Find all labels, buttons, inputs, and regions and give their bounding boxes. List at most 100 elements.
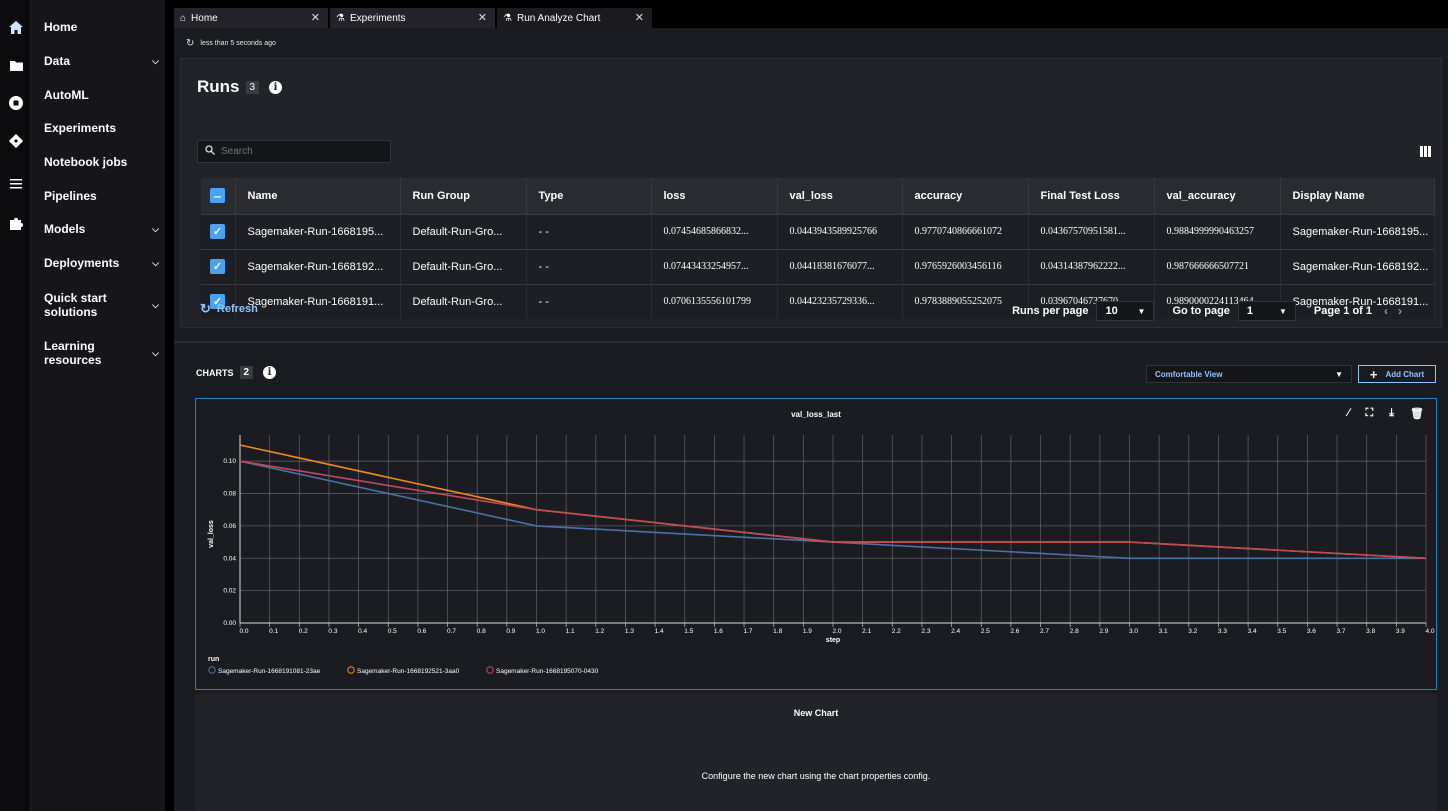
- home-icon[interactable]: [7, 18, 25, 36]
- x-tick-label: 3.3: [1218, 628, 1227, 635]
- line-chart: val_loss_last 0.0 0.1 0.2 0.3 0.4 0.5 0.6 0.7 0.8…: [208, 410, 1435, 675]
- refresh-label: Refresh: [216, 303, 258, 315]
- nav-item-deployments[interactable]: Deployments ⌵: [44, 256, 159, 270]
- column-header[interactable]: Run Group: [400, 178, 527, 214]
- nav-item-data[interactable]: Data ⌵: [44, 54, 159, 68]
- nav-item-quick-start-solutions[interactable]: Quick start solutions ⌵: [44, 291, 159, 319]
- column-header[interactable]: val_loss: [777, 178, 903, 214]
- view-select-value: Comfortable View: [1155, 369, 1223, 379]
- x-tick-label: 0.5: [388, 628, 397, 635]
- list-icon[interactable]: [7, 175, 25, 193]
- column-header[interactable]: Display Name: [1280, 178, 1435, 214]
- table-row[interactable]: ✓ Sagemaker-Run-1668195... Default-Run-G…: [201, 213, 1435, 249]
- cell-name[interactable]: Sagemaker-Run-1668192...: [235, 248, 401, 284]
- cell-run-group: Default-Run-Gro...: [400, 213, 527, 249]
- go-to-page-select[interactable]: 1 ▼: [1237, 301, 1296, 321]
- column-header[interactable]: Name: [235, 178, 401, 214]
- close-icon[interactable]: ✕: [478, 11, 487, 24]
- section-divider: [174, 341, 1448, 343]
- y-axis-label: val_loss: [208, 520, 215, 548]
- refresh-button[interactable]: ↻ Refresh: [200, 301, 258, 317]
- row-checkbox[interactable]: ✓: [210, 259, 225, 274]
- info-icon[interactable]: i: [263, 366, 277, 379]
- x-tick-label: 0.6: [417, 628, 426, 635]
- charts-title: CHARTS: [196, 367, 234, 378]
- select-all-checkbox[interactable]: ‒: [210, 188, 225, 204]
- cell-type: - -: [526, 283, 652, 319]
- expand-icon[interactable]: ⛶: [1365, 407, 1373, 420]
- x-tick-label: 0.0: [239, 628, 248, 635]
- circle-stop-icon[interactable]: [7, 94, 25, 112]
- caret-down-icon: ▼: [1279, 306, 1287, 316]
- close-icon[interactable]: ✕: [635, 11, 644, 24]
- column-header[interactable]: Type: [526, 178, 652, 214]
- folder-icon[interactable]: [7, 56, 25, 74]
- nav-item-notebook-jobs[interactable]: Notebook jobs: [44, 155, 159, 169]
- nav-item-pipelines[interactable]: Pipelines: [44, 189, 159, 203]
- nav-item-models[interactable]: Models ⌵: [44, 222, 159, 236]
- nav-label: Pipelines: [44, 189, 97, 203]
- nav-item-home[interactable]: Home: [44, 20, 159, 34]
- edit-icon[interactable]: ∕: [1348, 407, 1350, 420]
- view-select[interactable]: Comfortable View ▼: [1146, 365, 1352, 383]
- charts-header: CHARTS 2 i: [196, 366, 277, 379]
- column-header[interactable]: val_accuracy: [1154, 178, 1281, 214]
- search-input[interactable]: [221, 146, 381, 157]
- tab-bar: ⌂ Home ✕ ⚗ Experiments ✕ ⚗ Run Analyze C…: [174, 8, 1448, 28]
- tab-label: Experiments: [349, 12, 406, 24]
- tab-home[interactable]: ⌂ Home ✕: [174, 8, 329, 28]
- close-icon[interactable]: ✕: [311, 11, 320, 24]
- x-tick-label: 3.2: [1188, 628, 1197, 635]
- column-header[interactable]: loss: [651, 178, 778, 214]
- search-box[interactable]: [197, 140, 391, 163]
- puzzle-icon[interactable]: [7, 214, 25, 232]
- refreshed-text: less than 5 seconds ago: [200, 40, 276, 47]
- nav-item-experiments[interactable]: Experiments: [44, 121, 159, 135]
- x-tick-label: 1.9: [803, 628, 812, 635]
- nav-label: Home: [44, 20, 78, 34]
- add-chart-button[interactable]: + Add Chart: [1358, 365, 1436, 383]
- table-header-row: ‒ Name Run Group Type loss val_loss accu…: [201, 178, 1435, 214]
- nav-label: Models: [44, 222, 86, 236]
- columns-icon[interactable]: [1420, 146, 1431, 160]
- runs-per-page-select[interactable]: 10 ▼: [1096, 301, 1155, 321]
- runs-panel: Runs 3 i ‒ Name Run Group Type loss val_…: [180, 58, 1442, 328]
- cell-loss: 0.07454685866832...: [651, 213, 778, 249]
- column-header[interactable]: accuracy: [902, 178, 1029, 214]
- row-checkbox[interactable]: ✓: [210, 224, 225, 239]
- x-tick-label: 2.6: [1010, 628, 1019, 635]
- legend-marker: [486, 666, 494, 674]
- nav-item-learning-resources[interactable]: Learning resources ⌵: [44, 339, 159, 367]
- tab-run-analyze-chart[interactable]: ⚗ Run Analyze Chart ✕: [497, 8, 653, 28]
- x-tick-label: 2.9: [1099, 628, 1108, 635]
- nav-label: Quick start solutions: [44, 291, 107, 319]
- info-icon[interactable]: i: [269, 80, 283, 94]
- cell-name[interactable]: Sagemaker-Run-1668195...: [235, 213, 401, 249]
- nav-item-automl[interactable]: AutoML: [44, 88, 159, 102]
- download-icon[interactable]: ⤓: [1389, 407, 1394, 420]
- cell-accuracy: 0.9765926003456116: [902, 248, 1029, 284]
- chevron-down-icon: ⌵: [152, 223, 159, 234]
- refresh-icon[interactable]: ↻: [186, 38, 194, 49]
- cell-type: - -: [526, 248, 652, 284]
- column-header[interactable]: Final Test Loss: [1028, 178, 1155, 214]
- x-tick-label: 0.2: [299, 628, 308, 635]
- new-chart-card: New Chart Configure the new chart using …: [195, 694, 1437, 811]
- x-tick-label: 3.4: [1248, 628, 1257, 635]
- y-tick-label: 0.04: [223, 555, 236, 562]
- x-tick-label: 4.0: [1425, 628, 1434, 635]
- git-icon[interactable]: [7, 132, 25, 150]
- go-to-page-label: Go to page: [1172, 305, 1230, 317]
- new-chart-message: Configure the new chart using the chart …: [701, 771, 931, 781]
- x-tick-label: 0.1: [269, 628, 278, 635]
- x-tick-label: 3.8: [1366, 628, 1375, 635]
- page-nav-arrows[interactable]: ‹›: [1384, 304, 1412, 318]
- cell-val-loss: 0.04423235729336...: [777, 283, 903, 319]
- home-icon: ⌂: [180, 12, 187, 24]
- table-row[interactable]: ✓ Sagemaker-Run-1668192... Default-Run-G…: [201, 248, 1435, 284]
- cell-name[interactable]: Sagemaker-Run-1668191...: [235, 283, 401, 319]
- chevron-down-icon: ⌵: [152, 347, 159, 358]
- flask-icon: ⚗: [336, 12, 345, 24]
- trash-icon[interactable]: 🗑: [1410, 407, 1424, 420]
- tab-experiments[interactable]: ⚗ Experiments ✕: [330, 8, 496, 28]
